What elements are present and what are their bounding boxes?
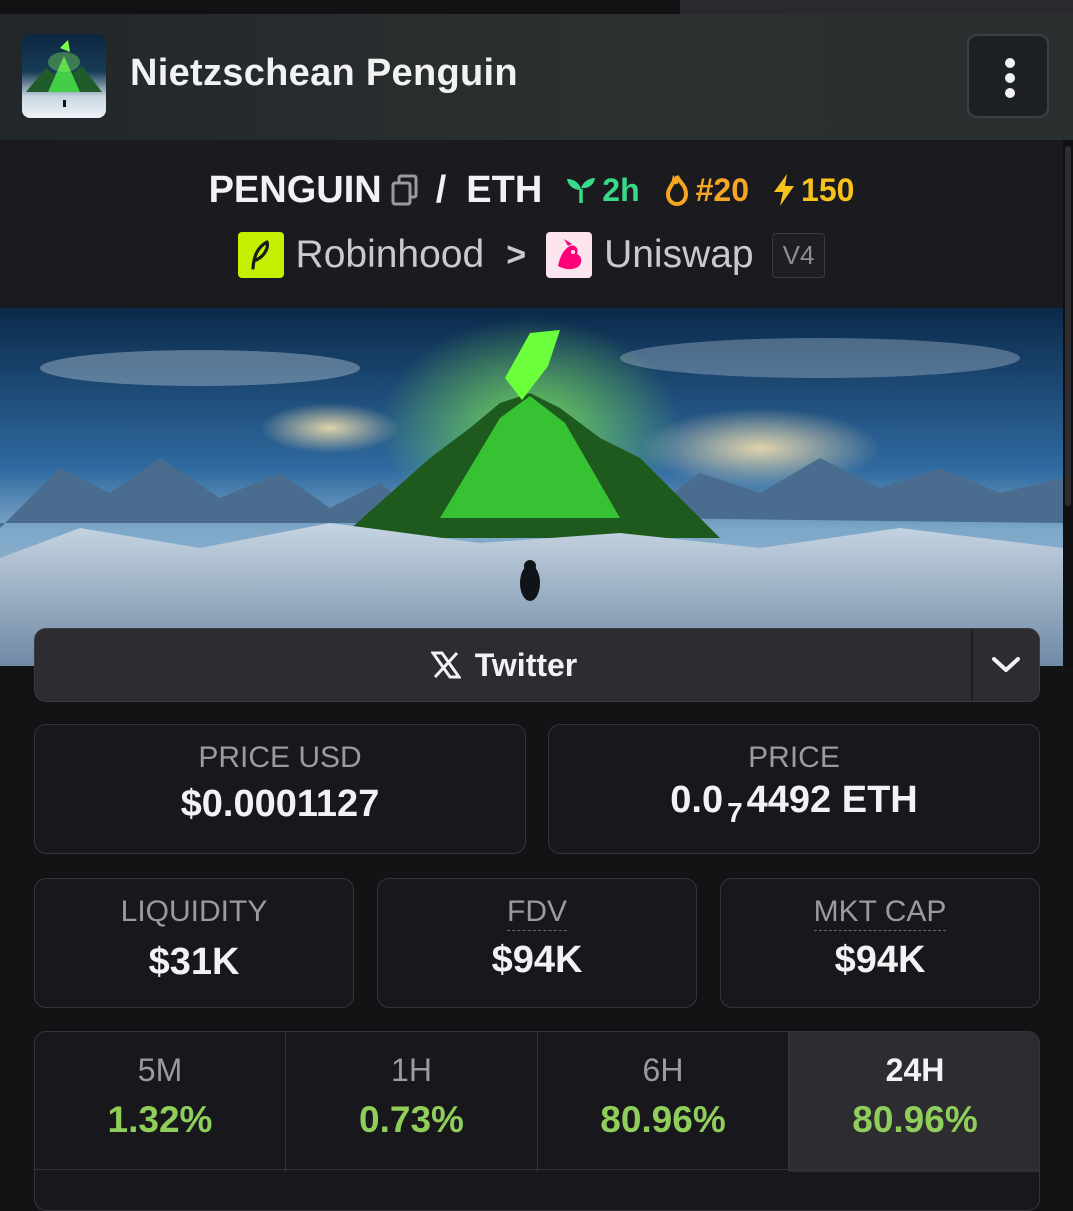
boost-count: 150: [801, 171, 855, 208]
price-usd-value: $0.0001127: [180, 783, 380, 825]
period-change: 80.96%: [852, 1099, 978, 1140]
market-cap-label: MKT CAP: [813, 895, 947, 931]
tab-6h[interactable]: 6H 80.96%: [538, 1032, 789, 1172]
trending-rank-badge: #20: [662, 172, 749, 209]
more-menu-button[interactable]: [967, 34, 1049, 118]
fdv-value: $94K: [491, 939, 583, 981]
token-banner-image: [0, 308, 1063, 666]
tab-1h[interactable]: 1H 0.73%: [286, 1032, 538, 1172]
twitter-label: Twitter: [474, 646, 578, 683]
price-native-value: 0.0 7 4492 ETH: [549, 779, 1039, 828]
price-tail: 4492 ETH: [746, 779, 918, 821]
period-change: 1.32%: [107, 1099, 213, 1140]
top-strip: [0, 0, 1073, 14]
period-label: 6H: [642, 1052, 684, 1088]
price-native-card: PRICE 0.0 7 4492 ETH: [548, 724, 1040, 854]
price-native-label: PRICE: [748, 741, 840, 774]
boost-badge: 150: [771, 172, 854, 209]
liquidity-label: LIQUIDITY: [120, 895, 268, 928]
price-usd-card: PRICE USD $0.0001127: [34, 724, 526, 854]
market-cap-value: $94K: [834, 939, 926, 981]
twitter-link-button[interactable]: Twitter: [34, 628, 1040, 702]
price-zero-count: 7: [727, 797, 743, 828]
price-change-tabs: 5M 1.32% 1H 0.73% 6H 80.96% 24H 80.96%: [34, 1031, 1040, 1211]
robinhood-logo: [237, 232, 284, 278]
pair-separator: /: [435, 168, 447, 211]
dex-line: Robinhood > Uniswap V4: [0, 228, 1063, 282]
copy-icon[interactable]: [390, 173, 420, 207]
token-title: Nietzschean Penguin: [130, 52, 518, 94]
pair-age: 2h: [602, 171, 640, 208]
tab-24h[interactable]: 24H 80.96%: [789, 1032, 1039, 1172]
period-label: 1H: [391, 1052, 432, 1088]
fdv-card[interactable]: FDV $94K: [377, 878, 697, 1008]
price-usd-label: PRICE USD: [198, 741, 362, 774]
token-avatar: [22, 34, 106, 118]
chevron-down-icon: [992, 657, 1020, 672]
liquidity-value: $31K: [148, 941, 240, 983]
liquidity-card: LIQUIDITY $31K: [34, 878, 354, 1008]
flame-icon: [665, 174, 688, 206]
market-cap-card[interactable]: MKT CAP $94K: [720, 878, 1040, 1008]
dex-name[interactable]: Uniswap: [604, 233, 754, 277]
app-header: Nietzschean Penguin: [0, 14, 1073, 141]
price-lead: 0.0: [670, 779, 724, 821]
chain-name[interactable]: Robinhood: [296, 233, 485, 277]
base-symbol: PENGUIN: [208, 168, 382, 211]
pair-age-badge: 2h: [564, 171, 640, 209]
lightning-icon: [774, 174, 795, 206]
tab-5m[interactable]: 5M 1.32%: [35, 1032, 286, 1172]
x-logo-icon: [430, 651, 461, 679]
uniswap-logo: [546, 232, 593, 278]
dex-version-badge: V4: [771, 232, 826, 278]
chevron-right-icon: >: [506, 235, 527, 274]
trending-rank: #20: [695, 171, 750, 208]
tabs-divider: [35, 1169, 1039, 1170]
fdv-label: FDV: [507, 895, 567, 931]
quote-symbol: ETH: [466, 168, 543, 211]
pair-line: PENGUIN / ETH 2h #20 150: [0, 166, 1063, 214]
scrollbar-thumb[interactable]: [1065, 146, 1071, 506]
period-label: 5M: [137, 1052, 183, 1088]
seedling-icon: [567, 178, 596, 203]
period-change: 80.96%: [600, 1099, 726, 1140]
period-change: 0.73%: [359, 1099, 464, 1140]
socials-expand-button[interactable]: [973, 629, 1039, 701]
period-label: 24H: [885, 1052, 945, 1088]
